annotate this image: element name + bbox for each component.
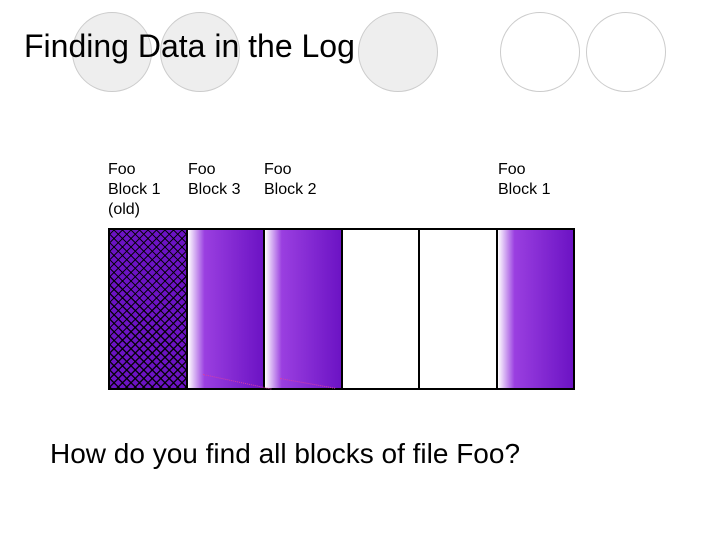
log-block bbox=[496, 228, 576, 390]
log-block-free bbox=[341, 228, 421, 390]
decorative-circle bbox=[586, 12, 666, 92]
block-label-3: Foo Block 2 bbox=[264, 160, 316, 200]
slide-question: How do you find all blocks of file Foo? bbox=[50, 438, 520, 470]
log-block-free bbox=[418, 228, 498, 390]
block-label-1: Foo Block 1 (old) bbox=[108, 160, 160, 220]
log-block bbox=[186, 228, 266, 390]
block-label-2: Foo Block 3 bbox=[188, 160, 240, 200]
slide: Finding Data in the Log Foo Block 1 (old… bbox=[0, 0, 720, 540]
log-block-old bbox=[108, 228, 188, 390]
block-label-6: Foo Block 1 bbox=[498, 160, 550, 200]
log-block bbox=[263, 228, 343, 390]
log-block-row bbox=[108, 228, 585, 390]
decorative-circle bbox=[358, 12, 438, 92]
slide-title: Finding Data in the Log bbox=[24, 28, 355, 65]
decorative-circle bbox=[500, 12, 580, 92]
